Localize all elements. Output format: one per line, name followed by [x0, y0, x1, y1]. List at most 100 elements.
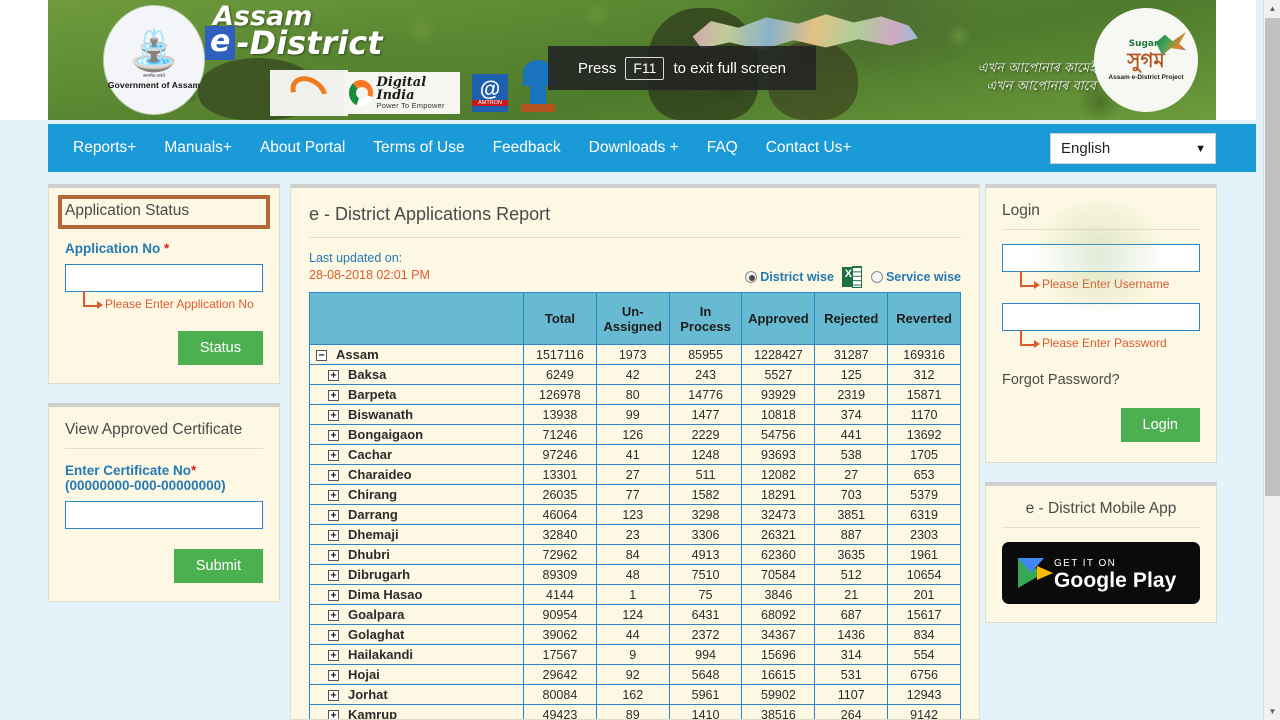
google-play-name: Google Play — [1054, 569, 1176, 592]
cell-un-assigned: 27 — [596, 465, 669, 485]
row-name-cell: +Darrang — [310, 505, 524, 525]
expand-icon[interactable]: + — [328, 590, 339, 601]
right-sidebar: Login Please Enter Username Please Enter… — [985, 184, 1217, 642]
expand-icon[interactable]: + — [328, 390, 339, 401]
expand-icon[interactable]: + — [328, 510, 339, 521]
nav-item-feedback[interactable]: Feedback — [479, 139, 575, 157]
cell-in-process: 5961 — [669, 685, 742, 705]
expand-icon[interactable]: + — [328, 650, 339, 661]
table-row: +Jorhat80084162596159902110712943 — [310, 685, 961, 705]
cell-approved: 62360 — [742, 545, 815, 565]
cell-in-process: 6431 — [669, 605, 742, 625]
expand-icon[interactable]: + — [328, 430, 339, 441]
expand-icon[interactable]: + — [328, 570, 339, 581]
sugam-logo: Sugam সুগম Assam e-District Project — [1094, 8, 1198, 112]
left-sidebar: Application Status Application No * Plea… — [48, 184, 280, 621]
nav-item-contact-us[interactable]: Contact Us+ — [752, 139, 866, 157]
cell-total: 29642 — [524, 665, 597, 685]
expand-icon[interactable]: + — [328, 670, 339, 681]
expand-icon[interactable]: + — [328, 710, 339, 720]
certificate-no-input[interactable] — [65, 501, 263, 529]
language-selector[interactable]: English ▼ — [1050, 133, 1216, 164]
expand-icon[interactable]: + — [328, 410, 339, 421]
nav-item-about-portal[interactable]: About Portal — [246, 139, 359, 157]
scroll-up-arrow-icon[interactable]: ▲ — [1264, 0, 1280, 17]
cell-total: 90954 — [524, 605, 597, 625]
row-label: Assam — [336, 347, 379, 362]
arrow-icon — [83, 297, 103, 310]
table-header: Total Un-Assigned In Process Approved Re… — [310, 293, 961, 345]
cell-in-process: 1477 — [669, 405, 742, 425]
cell-approved: 32473 — [742, 505, 815, 525]
page-scrollbar[interactable]: ▲ ▼ — [1263, 0, 1280, 720]
nav-item-reports[interactable]: Reports+ — [59, 139, 150, 157]
cell-reverted: 9142 — [888, 705, 961, 720]
password-hint: Please Enter Password — [1020, 336, 1200, 350]
cell-un-assigned: 92 — [596, 665, 669, 685]
application-no-input[interactable] — [65, 264, 263, 292]
digital-bharat-arc-icon — [284, 69, 334, 117]
expand-icon[interactable]: + — [328, 690, 339, 701]
cell-reverted: 1705 — [888, 445, 961, 465]
expand-icon[interactable]: + — [328, 550, 339, 561]
cell-rejected: 125 — [815, 365, 888, 385]
required-asterisk: * — [164, 241, 169, 256]
expand-icon[interactable]: + — [328, 630, 339, 641]
radio-district-wise-label[interactable]: District wise — [760, 270, 834, 284]
username-input[interactable] — [1002, 244, 1200, 272]
nav-item-manuals[interactable]: Manuals+ — [150, 139, 246, 157]
row-name-cell: +Dhemaji — [310, 525, 524, 545]
login-title: Login — [1002, 202, 1200, 230]
digital-india-swirl-icon — [349, 80, 373, 106]
table-row: +Hailakandi17567999415696314554 — [310, 645, 961, 665]
column-header-rejected: Rejected — [815, 293, 888, 345]
forgot-password-link[interactable]: Forgot Password? — [1002, 372, 1200, 388]
table-row: +Biswanath13938991477108183741170 — [310, 405, 961, 425]
nav-item-list: Reports+ Manuals+ About Portal Terms of … — [59, 124, 865, 172]
expand-icon[interactable]: + — [328, 370, 339, 381]
export-excel-icon[interactable]: X — [842, 266, 862, 288]
collapse-icon[interactable]: − — [316, 350, 327, 361]
expand-icon[interactable]: + — [328, 610, 339, 621]
radio-service-wise-label[interactable]: Service wise — [886, 270, 961, 284]
page-root: ⛲ सत्यमेव जयते Government of Assam Assam… — [0, 0, 1280, 720]
cell-un-assigned: 41 — [596, 445, 669, 465]
login-button[interactable]: Login — [1121, 408, 1200, 442]
cell-reverted: 201 — [888, 585, 961, 605]
cell-reverted: 653 — [888, 465, 961, 485]
scroll-down-arrow-icon[interactable]: ▼ — [1264, 703, 1280, 720]
cell-total: 89309 — [524, 565, 597, 585]
chevron-down-icon: ▼ — [1195, 143, 1206, 155]
nav-item-terms-of-use[interactable]: Terms of Use — [359, 139, 478, 157]
expand-icon[interactable]: + — [328, 530, 339, 541]
radio-service-wise[interactable] — [871, 271, 883, 283]
cell-un-assigned: 9 — [596, 645, 669, 665]
google-play-badge[interactable]: GET IT ON Google Play — [1002, 542, 1200, 604]
cell-in-process: 5648 — [669, 665, 742, 685]
site-banner: ⛲ सत्यमेव जयते Government of Assam Assam… — [48, 0, 1216, 120]
row-name-cell: +Biswanath — [310, 405, 524, 425]
scrollbar-thumb[interactable] — [1265, 18, 1280, 496]
expand-icon[interactable]: + — [328, 470, 339, 481]
status-button[interactable]: Status — [178, 331, 263, 365]
cell-total: 26035 — [524, 485, 597, 505]
row-label: Kamrup — [348, 707, 397, 720]
expand-icon[interactable]: + — [328, 450, 339, 461]
password-input[interactable] — [1002, 303, 1200, 331]
ashoka-pillar-icon: ⛲ — [129, 31, 179, 71]
cell-approved: 70584 — [742, 565, 815, 585]
nav-item-faq[interactable]: FAQ — [693, 139, 752, 157]
expand-icon[interactable]: + — [328, 490, 339, 501]
cell-rejected: 31287 — [815, 345, 888, 365]
nav-item-downloads[interactable]: Downloads + — [575, 139, 693, 157]
table-row: +Hojai29642925648166155316756 — [310, 665, 961, 685]
radio-district-wise[interactable] — [745, 271, 757, 283]
table-row: +Dima Hasao4144175384621201 — [310, 585, 961, 605]
amtron-label: AMTRON — [472, 100, 508, 106]
applications-report-panel: e - District Applications Report Last up… — [290, 184, 980, 720]
cell-reverted: 13692 — [888, 425, 961, 445]
cell-rejected: 314 — [815, 645, 888, 665]
cell-in-process: 1582 — [669, 485, 742, 505]
table-row: +Chirang26035771582182917035379 — [310, 485, 961, 505]
submit-button[interactable]: Submit — [174, 549, 263, 583]
